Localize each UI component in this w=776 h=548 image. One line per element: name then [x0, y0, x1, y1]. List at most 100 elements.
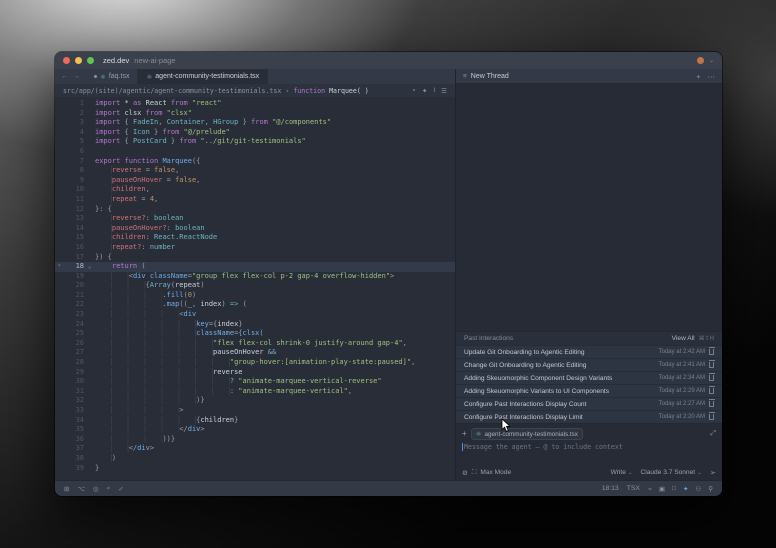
- mic-icon[interactable]: ⚲: [708, 485, 713, 493]
- code-line[interactable]: 12}: {: [55, 205, 455, 215]
- code-line[interactable]: 27 pauseOnHover &&: [55, 348, 455, 358]
- nav-back-icon[interactable]: ←: [61, 73, 68, 80]
- past-interaction-row[interactable]: Configure Past Interactions Display Limi…: [456, 410, 722, 423]
- code-line[interactable]: 11 repeat = 4,: [55, 194, 455, 205]
- collab-icon[interactable]: ⚇: [695, 485, 701, 493]
- code-editor[interactable]: 1 import * as React from "react" 2 import c…: [55, 97, 455, 480]
- mode-selector[interactable]: Write ⌄: [611, 469, 633, 476]
- code-line[interactable]: ➤ 18 ⌄ return (: [55, 262, 455, 272]
- code-line[interactable]: 39}: [55, 464, 455, 474]
- code-line[interactable]: 19 <div className="group flex flex-col p…: [55, 271, 455, 282]
- editor-controls-icon[interactable]: ☰: [441, 87, 447, 95]
- add-context-button[interactable]: +: [462, 430, 467, 438]
- new-thread-button[interactable]: +: [696, 72, 700, 81]
- terminal-icon[interactable]: ▣: [659, 485, 665, 493]
- project-name[interactable]: zed.dev: [103, 56, 129, 65]
- cursor-icon[interactable]: I: [433, 87, 435, 95]
- code-line[interactable]: 23 <div: [55, 310, 455, 320]
- code-line[interactable]: 30 ? "animate-marquee-vertical-reverse": [55, 377, 455, 387]
- code-line[interactable]: 25 className={clsx(: [55, 329, 455, 339]
- max-mode-icon[interactable]: ⛶: [472, 469, 477, 477]
- docs-icon[interactable]: □: [672, 485, 676, 492]
- panel-more-icon[interactable]: ⋯: [708, 72, 716, 81]
- buffer-search-icon[interactable]: ⌕: [412, 87, 416, 95]
- code-line[interactable]: 16 repeat?: number: [55, 242, 455, 253]
- trash-icon[interactable]: [708, 412, 715, 420]
- project-panel-icon[interactable]: ⊞: [64, 485, 69, 493]
- trash-icon[interactable]: [708, 360, 715, 368]
- code-line[interactable]: 9 pauseOnHover = false,: [55, 175, 455, 186]
- code-line[interactable]: 22 .map((_, index) => (: [55, 300, 455, 310]
- code-line[interactable]: 21 .fill(0): [55, 290, 455, 301]
- search-icon[interactable]: ⌕: [107, 485, 111, 493]
- code-line[interactable]: 10 children,: [55, 185, 455, 195]
- agent-settings-icon[interactable]: ⚙: [462, 469, 468, 477]
- code-line[interactable]: 29 reverse: [55, 367, 455, 378]
- git-branch-icon[interactable]: ⌥: [77, 485, 85, 493]
- context-chip[interactable]: ⚛ agent-community-testimonials.tsx: [470, 428, 583, 440]
- code-line[interactable]: 33 >: [55, 406, 455, 416]
- model-selector[interactable]: Claude 3.7 Sonnet ⌄: [640, 469, 701, 476]
- past-interaction-row[interactable]: Update Git Onboarding to Agentic Editing…: [456, 345, 722, 358]
- tab-agent-community-testimonials[interactable]: ⚛ agent-community-testimonials.tsx: [138, 69, 269, 84]
- trash-icon[interactable]: [708, 399, 715, 407]
- fold-chevron-icon[interactable]: ⌄: [84, 262, 95, 272]
- code-line[interactable]: 2 import clsx from "clsx": [55, 109, 455, 119]
- send-button[interactable]: ➢: [710, 468, 716, 477]
- code-line[interactable]: 17}) {: [55, 253, 455, 263]
- past-interaction-row[interactable]: Adding Skeuomorphic Component Design Var…: [456, 371, 722, 384]
- code-line[interactable]: 31 : "animate-marquee-vertical",: [55, 386, 455, 397]
- past-interaction-row[interactable]: Configure Past Interactions Display Coun…: [456, 397, 722, 410]
- close-window-button[interactable]: [63, 57, 70, 64]
- code-line[interactable]: 26 "flex flex-col shrink-0 justify-aroun…: [55, 338, 455, 349]
- code-line[interactable]: 35 </div>: [55, 425, 455, 435]
- check-icon[interactable]: ✓: [118, 485, 123, 493]
- code-line[interactable]: 1 import * as React from "react": [55, 99, 455, 109]
- code-line[interactable]: 13 reverse?: boolean: [55, 214, 455, 224]
- expand-composer-icon[interactable]: ⤢: [710, 430, 716, 438]
- code-line[interactable]: 4 import { Icon } from "@/prelude": [55, 128, 455, 138]
- code-line[interactable]: 7 export function Marquee({: [55, 157, 455, 167]
- gutter-marker: [55, 128, 64, 138]
- trash-icon[interactable]: [708, 386, 715, 394]
- assistant-icon[interactable]: ✦: [683, 485, 688, 493]
- code-line[interactable]: 20 {Array(repeat): [55, 281, 455, 291]
- interaction-time: Today at 2:29 AM: [658, 388, 705, 394]
- code-line[interactable]: 38 ): [55, 453, 455, 464]
- inline-assist-icon[interactable]: ✦: [422, 87, 427, 95]
- past-interaction-row[interactable]: Adding Skeuomorphic Variants to UI Compo…: [456, 384, 722, 397]
- trash-icon[interactable]: [708, 347, 715, 355]
- language-selector[interactable]: TSX: [627, 485, 640, 492]
- past-interaction-row[interactable]: Change Git Onboarding to Agentic Editing…: [456, 358, 722, 371]
- minimize-window-button[interactable]: [75, 57, 82, 64]
- zoom-window-button[interactable]: [87, 57, 94, 64]
- message-composer[interactable]: + ⚛ agent-community-testimonials.tsx ⤢ M…: [456, 423, 722, 480]
- diagnostics-icon[interactable]: ◎: [93, 485, 99, 493]
- code-line[interactable]: 37 </div>: [55, 444, 455, 454]
- branch-name[interactable]: new-ai-page: [134, 56, 175, 65]
- trash-icon[interactable]: [708, 373, 715, 381]
- code-line[interactable]: 3 import { FadeIn, Container, HGroup } fr…: [55, 118, 455, 128]
- code-line[interactable]: 5 import { PostCard } from "../git/git-te…: [55, 137, 455, 147]
- breadcrumb[interactable]: src/app/(site)/agentic/agent-community-t…: [55, 84, 455, 97]
- tab-faq[interactable]: ⚛ faq.tsx: [86, 69, 139, 84]
- code-line[interactable]: 34 {children}: [55, 415, 455, 426]
- max-mode-label[interactable]: Max Mode: [480, 469, 511, 476]
- edit-prediction-icon[interactable]: ⌁: [648, 485, 652, 493]
- code-line[interactable]: 14 pauseOnHover?: boolean: [55, 223, 455, 234]
- avatar[interactable]: [696, 57, 704, 64]
- fold-chevron-icon: [84, 358, 95, 368]
- composer-placeholder[interactable]: Message the agent — @ to include context: [464, 443, 623, 451]
- breadcrumb-path[interactable]: src/app/(site)/agentic/agent-community-t…: [63, 87, 281, 95]
- code-line[interactable]: 28 "group-hover:[animation-play-state:pa…: [55, 358, 455, 368]
- code-line[interactable]: 36 ))}: [55, 434, 455, 445]
- code-line[interactable]: 6: [55, 147, 455, 157]
- nav-forward-icon[interactable]: →: [73, 73, 80, 80]
- view-all-button[interactable]: View All: [672, 335, 695, 342]
- code-line[interactable]: 8 reverse = false,: [55, 166, 455, 176]
- chevron-down-icon[interactable]: ⌄: [709, 57, 714, 64]
- line-number: 3: [79, 118, 84, 127]
- code-line[interactable]: 24 key={index}: [55, 319, 455, 330]
- code-line[interactable]: 32 )}: [55, 396, 455, 406]
- code-line[interactable]: 15 children: React.ReactNode: [55, 233, 455, 243]
